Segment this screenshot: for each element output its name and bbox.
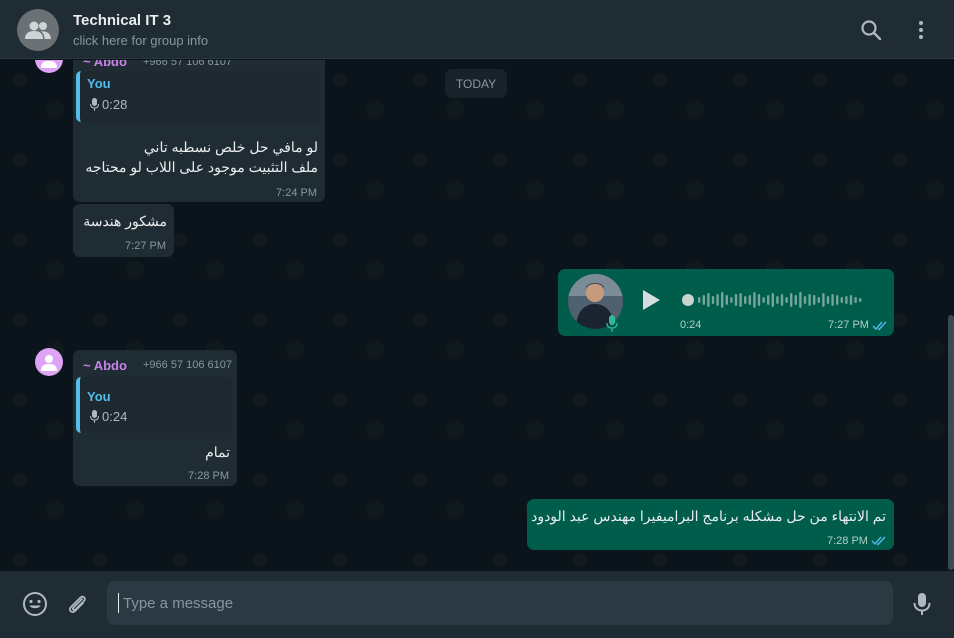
person-icon <box>41 61 57 68</box>
composer-bar <box>0 571 954 638</box>
sender-phone: +966 57 106 6107 <box>143 60 233 68</box>
waveform-bar <box>757 294 761 306</box>
group-icon <box>25 21 51 39</box>
waveform-bar <box>762 297 765 303</box>
voice-mic-icon <box>606 315 618 332</box>
sender-phone: +966 57 106 6107 <box>143 359 233 371</box>
chat-title[interactable]: Technical IT 3 <box>73 12 171 29</box>
waveform-bar <box>813 295 816 305</box>
waveform-bar <box>785 297 788 303</box>
message-text: تمام <box>205 444 230 460</box>
waveform-bar <box>721 292 724 308</box>
waveform-bar <box>753 292 756 308</box>
sender-avatar[interactable] <box>35 60 63 73</box>
message-list[interactable]: TODAY ~ Abdo +966 57 106 6107 You 0:28 ل… <box>0 60 954 571</box>
message-time: 7:28 PM <box>188 470 229 482</box>
waveform-bar <box>698 297 701 303</box>
waveform-bar <box>725 295 728 305</box>
whatsapp-chat-window: Technical IT 3 click here for group info… <box>0 0 954 638</box>
waveform-bar <box>739 293 742 307</box>
quote-duration: 0:28 <box>102 97 128 112</box>
voice-waveform[interactable] <box>682 290 874 310</box>
message-bubble-outgoing[interactable]: تم الانتهاء من حل مشكله برنامج البراميفي… <box>527 499 894 550</box>
sender-name[interactable]: ~ Abdo <box>83 60 127 69</box>
menu-dots-icon[interactable] <box>908 17 934 43</box>
message-text-line: لو مافي حل خلص نسطبه تاني <box>143 139 318 155</box>
waveform-bar <box>707 293 710 307</box>
sender-avatar[interactable] <box>35 348 63 376</box>
message-time: 7:28 PM <box>827 535 868 547</box>
search-icon[interactable] <box>858 17 884 43</box>
waveform-bar <box>836 295 839 305</box>
waveform-bar <box>831 294 834 306</box>
waveform-bar <box>822 293 825 307</box>
waveform-bar <box>808 294 811 306</box>
waveform-bar <box>748 295 751 305</box>
quoted-message[interactable]: You 0:24 <box>76 377 232 433</box>
waveform-bar <box>780 294 784 306</box>
waveform-bar <box>702 295 705 305</box>
waveform-bar <box>817 297 820 303</box>
quoted-message[interactable]: You 0:28 <box>76 71 320 122</box>
chat-header[interactable]: Technical IT 3 click here for group info <box>0 0 954 59</box>
date-divider: TODAY <box>445 69 507 98</box>
message-bubble-incoming[interactable]: ~ Abdo +966 57 106 6107 You 0:24 تمام 7:… <box>73 350 237 486</box>
waveform-bar <box>794 295 797 305</box>
microphone-icon <box>90 98 99 111</box>
waveform-bar <box>730 297 733 303</box>
message-text: مشكور هندسة <box>83 213 167 229</box>
person-icon <box>41 355 57 371</box>
waveform-bar <box>716 294 719 306</box>
message-text: تم الانتهاء من حل مشكله برنامج البراميفي… <box>531 508 886 524</box>
text-caret <box>118 593 119 613</box>
waveform-bar <box>771 293 774 307</box>
waveform-bar <box>859 298 862 302</box>
message-time: 7:27 PM <box>828 319 869 331</box>
message-input-box[interactable] <box>107 581 893 625</box>
read-ticks-icon <box>872 321 887 331</box>
message-bubble-incoming[interactable]: مشكور هندسة 7:27 PM <box>73 204 174 257</box>
waveform-bar <box>840 297 843 303</box>
read-ticks-icon <box>871 536 886 546</box>
waveform-bar <box>803 296 807 304</box>
waveform-bar <box>744 296 747 304</box>
waveform-bar <box>734 294 738 306</box>
waveform-bar <box>799 292 802 308</box>
message-text-line: ملف التثبيت موجود على اللاب لو محتاجه <box>85 159 318 175</box>
waveform-bar <box>711 296 715 304</box>
quote-author: You <box>87 389 111 404</box>
voice-message-bubble[interactable]: 0:24 7:27 PM <box>558 269 894 336</box>
microphone-icon[interactable] <box>909 591 935 617</box>
voice-duration: 0:24 <box>680 319 702 331</box>
sender-name[interactable]: ~ Abdo <box>83 358 127 373</box>
play-icon[interactable] <box>640 289 662 311</box>
quote-duration: 0:24 <box>102 409 128 424</box>
waveform-bar <box>767 295 770 305</box>
chat-subtitle[interactable]: click here for group info <box>73 33 208 48</box>
emoji-icon[interactable] <box>22 591 48 617</box>
message-time: 7:24 PM <box>276 187 317 199</box>
quote-author: You <box>87 76 111 91</box>
waveform-bar <box>854 297 857 303</box>
waveform-bar <box>826 296 830 304</box>
message-bubble-incoming[interactable]: ~ Abdo +966 57 106 6107 You 0:28 لو مافي… <box>73 60 325 202</box>
waveform-bar <box>776 296 779 304</box>
message-time: 7:27 PM <box>125 240 166 252</box>
scrollbar[interactable] <box>948 315 954 570</box>
waveform-bar <box>790 293 793 307</box>
waveform-bar <box>849 295 853 305</box>
microphone-icon <box>90 410 99 423</box>
group-avatar[interactable] <box>17 9 59 51</box>
message-input[interactable] <box>107 581 893 625</box>
waveform-bar <box>845 296 848 304</box>
paperclip-icon[interactable] <box>64 591 90 617</box>
